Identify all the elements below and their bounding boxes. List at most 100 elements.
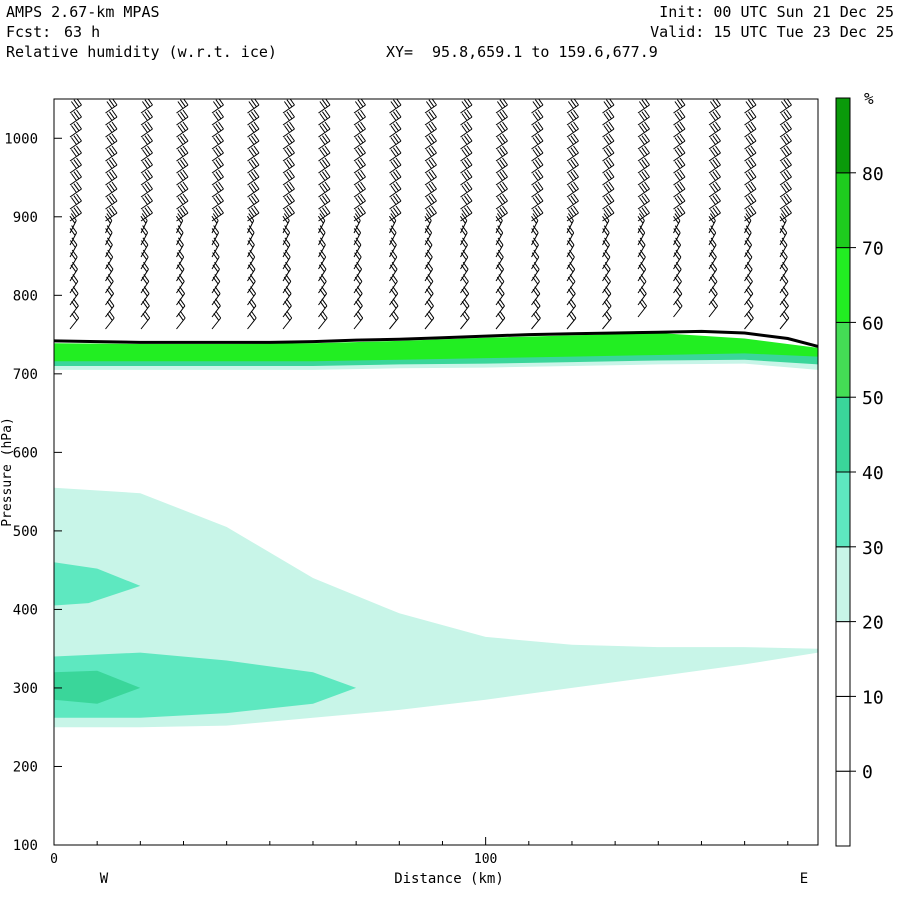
wind-barb	[779, 237, 788, 258]
colorbar-label: 40	[862, 463, 884, 484]
wind-barb	[69, 249, 78, 270]
y-tick-label: 600	[13, 445, 38, 461]
wind-barb	[495, 274, 505, 294]
wind-barb	[566, 298, 577, 318]
x-end-label-east: E	[800, 871, 808, 887]
wind-barb	[566, 249, 575, 270]
x-tick-label: 0	[50, 852, 58, 867]
colorbar-label: 60	[862, 313, 884, 334]
wind-barb	[353, 310, 364, 330]
wind-barb	[495, 262, 505, 282]
wind-barb	[424, 261, 434, 282]
wind-barb	[602, 99, 615, 114]
wind-barb	[176, 99, 189, 114]
wind-barb	[69, 286, 79, 306]
wind-barb	[140, 286, 150, 306]
wind-barb	[708, 286, 718, 306]
wind-barb	[673, 237, 682, 258]
wind-barb	[637, 237, 646, 258]
y-tick-label: 300	[13, 681, 38, 697]
wind-barb	[531, 262, 540, 282]
wind-barb	[353, 99, 366, 114]
wind-barb	[247, 274, 256, 294]
wind-barb	[744, 274, 753, 294]
wind-barb	[211, 237, 220, 258]
wind-barb	[389, 249, 398, 270]
wind-barb	[779, 274, 789, 294]
wind-barb	[105, 261, 114, 282]
wind-barb	[460, 237, 468, 258]
wind-barb	[389, 310, 399, 330]
wind-barb	[424, 249, 433, 270]
wind-barb	[247, 237, 255, 258]
wind-barb	[708, 237, 717, 258]
wind-barb	[211, 261, 220, 282]
wind-barb	[531, 298, 541, 318]
wind-barb	[318, 261, 327, 282]
y-tick-label: 1000	[4, 131, 38, 147]
wind-barb	[779, 249, 788, 270]
colorbar: 0 10 20 30 40 50 60 70 80	[835, 97, 884, 847]
wind-barb	[424, 274, 434, 294]
wind-barb	[637, 99, 650, 114]
wind-barb	[779, 310, 790, 330]
wind-barb	[176, 286, 186, 306]
wind-barb	[460, 274, 469, 294]
wind-barb	[424, 298, 434, 318]
wind-barb	[460, 261, 469, 282]
wind-barb	[602, 237, 610, 258]
wind-barb	[176, 237, 184, 258]
wind-barb	[105, 310, 115, 330]
wind-barb	[708, 249, 717, 270]
wind-barb	[318, 249, 327, 270]
wind-barb	[424, 286, 434, 306]
wind-barb	[495, 225, 504, 246]
x-axis: 0 100	[50, 837, 789, 867]
wind-barb	[637, 286, 647, 306]
wind-barb	[247, 286, 257, 306]
wind-barb	[69, 310, 80, 330]
colorbar-segment	[835, 695, 851, 772]
colorbar-segment	[835, 396, 851, 473]
wind-barb	[779, 298, 789, 318]
wind-barb	[69, 99, 82, 114]
wind-barb	[531, 237, 539, 258]
wind-barb	[602, 310, 612, 330]
wind-barb	[282, 99, 295, 114]
y-tick-label: 700	[13, 367, 38, 383]
wind-barb	[247, 261, 256, 282]
wind-barb	[744, 286, 754, 306]
wind-barb	[105, 249, 114, 270]
wind-barb	[389, 274, 398, 294]
x-tick-label: 100	[474, 852, 497, 867]
wind-barb	[105, 274, 114, 294]
wind-barb	[282, 310, 293, 330]
wind-barb	[282, 274, 292, 294]
wind-barb	[176, 261, 185, 282]
colorbar-segment	[835, 247, 851, 323]
wind-barb	[531, 286, 541, 306]
wind-barb	[424, 310, 435, 330]
colorbar-label: 70	[862, 239, 884, 260]
wind-barb	[105, 99, 118, 114]
wind-barb	[282, 298, 292, 318]
wind-barb	[708, 262, 718, 282]
wind-barb	[282, 286, 292, 306]
wind-barb	[637, 274, 647, 294]
colorbar-label: 30	[862, 538, 884, 559]
wind-barb	[460, 249, 469, 270]
wind-barb	[69, 237, 78, 258]
wind-barb	[105, 286, 115, 306]
colorbar-segment	[835, 770, 851, 847]
wind-barb	[673, 298, 683, 318]
wind-barb	[566, 262, 576, 282]
wind-barb	[389, 99, 402, 114]
wind-barb	[673, 99, 686, 114]
wind-barb	[637, 298, 648, 318]
wind-barb	[69, 298, 79, 318]
wind-barb	[744, 99, 757, 114]
colorbar-label: 0	[862, 762, 873, 783]
wind-barb	[140, 298, 150, 318]
wind-barb	[602, 286, 612, 306]
wind-barb	[495, 237, 504, 258]
